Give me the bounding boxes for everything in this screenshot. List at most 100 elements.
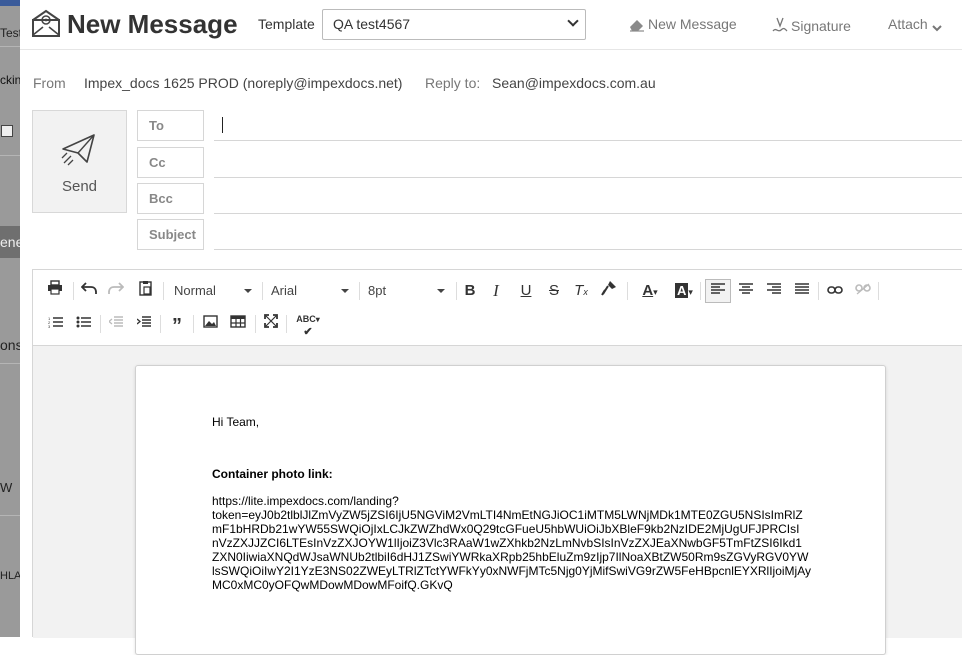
text-cursor [222,117,223,133]
strikethrough-icon[interactable]: S [543,280,565,302]
spellcheck-icon[interactable]: ABC▾ ✔ [294,313,322,338]
font-size-value: 8pt [368,283,387,298]
page-title: New Message [67,9,238,39]
background-text-5: W [0,480,13,495]
rich-text-editor: Normal Arial 8pt B I U S Tx A▾ A ▾ 1 2 3… [32,269,962,655]
outdent-icon[interactable] [105,313,127,335]
template-label: Template [258,16,315,32]
dropdown-arrow-icon [437,289,445,293]
editor-canvas: Hi Team, Container photo link: https://l… [33,346,962,655]
link-line[interactable]: nVzZXJJZCI6LTEsInVzZXJOYW1lIjoiZ3Vlc3RAa… [212,536,802,550]
link-icon[interactable] [824,280,846,302]
subject-field[interactable] [214,219,962,250]
new-message-button[interactable]: New Message [628,16,737,32]
message-body[interactable]: Hi Team, Container photo link: https://l… [135,365,886,655]
cc-label: Cc [137,147,204,178]
mail-icon [32,9,60,37]
link-line[interactable]: token=eyJ0b2tlblJlZmVyZW5jZSI6IjU5NGViM2… [212,508,803,522]
toolbar-separator [878,282,879,300]
bcc-label: Bcc [137,183,204,214]
print-icon[interactable] [44,280,66,302]
attach-label: Attach [888,16,928,32]
to-field[interactable] [214,110,962,141]
from-label: From [33,75,66,91]
to-label: To [137,110,204,141]
from-value: Impex_docs 1625 PROD (noreply@impexdocs.… [84,75,403,91]
redo-icon[interactable] [105,280,127,302]
paragraph-style-select[interactable]: Normal [174,280,252,302]
background-divider [0,155,20,156]
dropdown-arrow-icon [244,289,252,293]
toolbar-separator [456,282,457,300]
background-accent [0,0,20,6]
toolbar-separator [700,282,701,300]
background-text-4: ons [0,337,20,353]
link-line[interactable]: mF1bHRDb21wYW55SWQiOjIxLCJkZWZhdWx0Q29tc… [212,522,799,536]
align-left-icon[interactable] [705,279,731,303]
background-app: Test ckin ene ons W HLA [0,0,20,637]
template-select[interactable]: QA test4567 [322,9,586,40]
font-family-value: Arial [271,283,298,298]
signature-button[interactable]: Signature [772,16,851,34]
insert-table-icon[interactable] [227,313,249,335]
align-center-icon[interactable] [735,280,757,302]
background-text-2: ckin [0,73,20,87]
toolbar-separator [286,315,287,333]
message-heading: Container photo link: [212,467,333,481]
new-message-label: New Message [648,16,737,32]
text-color-icon[interactable]: A▾ [635,280,665,302]
attach-button[interactable]: Attach [888,16,945,32]
align-justify-icon[interactable] [791,280,813,302]
indent-icon[interactable] [133,313,155,335]
link-line[interactable]: ZXN0IiwiaXNQdWJsaWNUb2tlbiI6dHJ1ZSwiYWRk… [212,550,808,564]
template-selected-value: QA test4567 [333,16,411,32]
toolbar-separator [359,282,360,300]
link-line[interactable]: lsSWQiOiIwY2I1YzE3NS02ZWEyLTRlZTctYWFkYy… [212,564,811,578]
cc-field[interactable] [214,147,962,178]
background-color-icon[interactable]: A ▾ [669,280,699,302]
toolbar-separator [73,282,74,300]
background-text-6: HLA [0,570,20,582]
subject-label: Subject [137,219,204,250]
format-painter-icon[interactable] [598,280,620,302]
toolbar-separator [818,282,819,300]
toolbar-separator [193,315,194,333]
fullscreen-icon[interactable] [260,313,282,335]
new-message-dialog: New Message Template QA test4567 New Mes… [20,0,962,655]
bcc-field[interactable] [214,183,962,214]
background-divider [0,515,20,516]
signature-pen-icon [772,17,788,32]
underline-icon[interactable]: U [515,280,537,302]
paste-icon[interactable] [134,280,156,302]
toolbar-separator [160,315,161,333]
send-label: Send [61,178,98,195]
toolbar-separator [262,282,263,300]
blockquote-icon[interactable]: ” [166,313,188,337]
undo-icon[interactable] [78,280,100,302]
unlink-icon[interactable] [852,280,874,302]
background-checkbox [1,125,13,137]
bold-icon[interactable]: B [459,280,481,302]
svg-text:3: 3 [48,324,51,328]
font-family-select[interactable]: Arial [271,280,349,302]
align-right-icon[interactable] [763,280,785,302]
dropdown-arrow-icon [341,289,349,293]
eraser-icon [630,20,644,32]
bulleted-list-icon[interactable] [72,313,94,335]
link-line[interactable]: https://lite.impexdocs.com/landing? [212,494,399,508]
italic-icon[interactable]: I [485,280,507,302]
numbered-list-icon[interactable]: 123 [44,313,66,335]
toolbar-separator [255,315,256,333]
signature-label: Signature [791,18,851,34]
send-button[interactable]: Send [32,110,127,213]
insert-image-icon[interactable] [199,313,221,335]
editor-toolbar: Normal Arial 8pt B I U S Tx A▾ A ▾ 1 2 3… [33,270,962,346]
toolbar-separator [627,282,628,300]
background-text-3: ene [0,226,20,258]
font-size-select[interactable]: 8pt [368,280,445,302]
link-line[interactable]: MC0xMC0yOFQwMDowMDowMFoifQ.GKvQ [212,578,453,592]
chevron-down-icon [567,15,579,27]
message-greeting: Hi Team, [212,415,260,429]
clear-formatting-icon[interactable]: Tx [570,280,592,302]
background-text-1: Test [0,26,20,40]
